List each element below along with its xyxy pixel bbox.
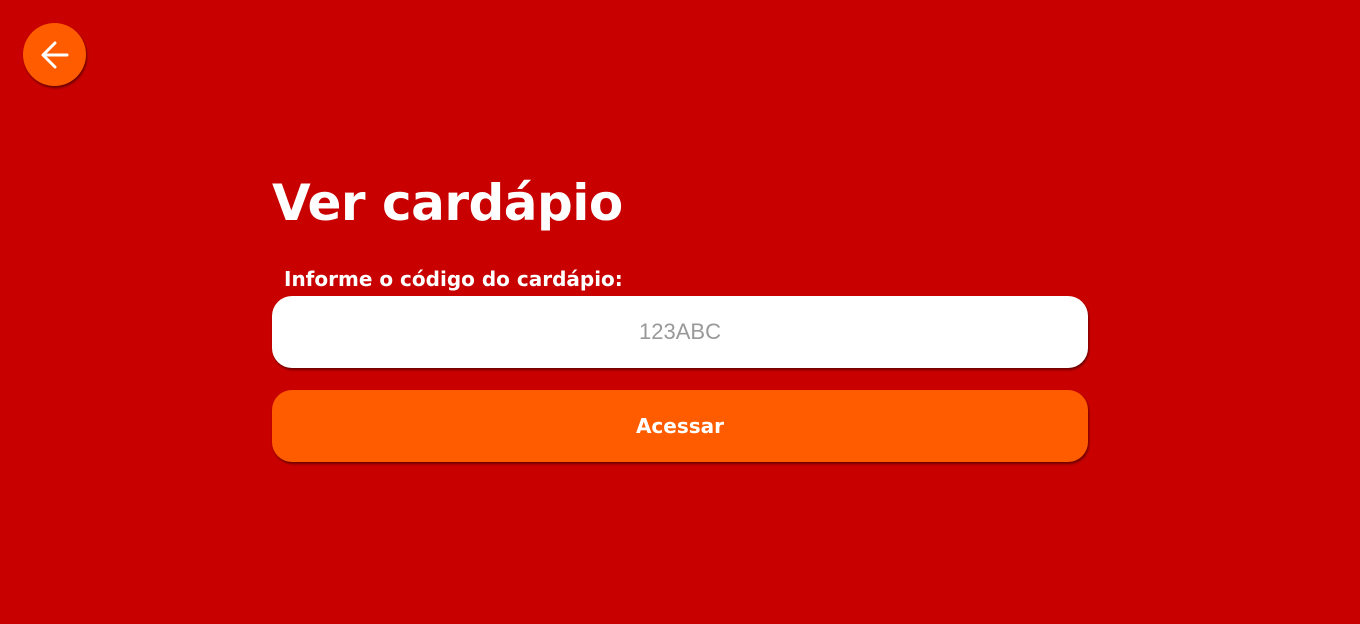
menu-code-input[interactable] bbox=[272, 296, 1088, 368]
code-label: Informe o código do cardápio: bbox=[284, 267, 623, 291]
access-button[interactable]: Acessar bbox=[272, 390, 1088, 462]
arrow-left-icon bbox=[38, 38, 72, 72]
back-button[interactable] bbox=[23, 23, 86, 86]
page-title: Ver cardápio bbox=[272, 174, 623, 232]
